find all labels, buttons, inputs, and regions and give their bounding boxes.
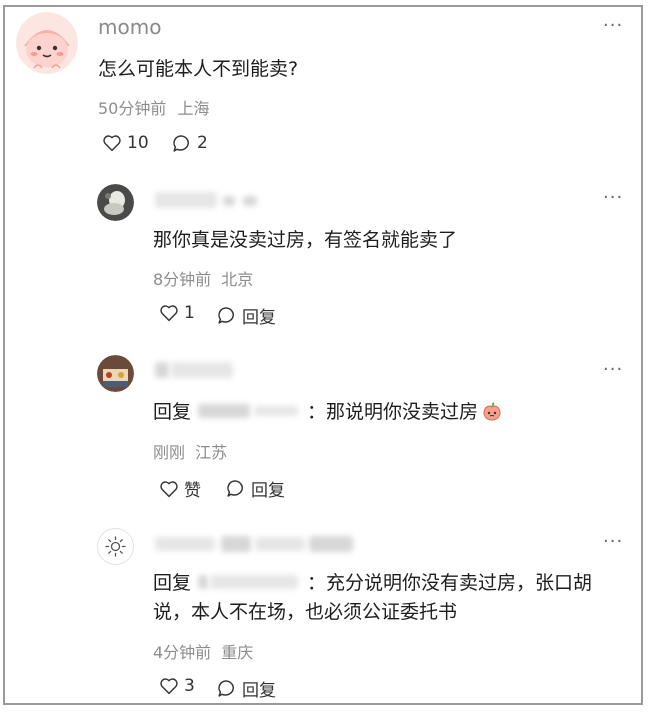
reply-username-redacted: [155, 533, 355, 555]
comment-bubble-icon: [218, 680, 234, 697]
like-count: 1: [184, 303, 195, 323]
reply-count: 2: [197, 133, 208, 153]
like-count: 10: [127, 133, 149, 153]
comment-thread: momo ··· 怎么可能本人不到能卖? 50分钟前 上海 10 2 ··· 那…: [3, 5, 643, 705]
comment-text: 怎么可能本人不到能卖?: [98, 58, 299, 80]
like-button[interactable]: 10: [102, 133, 149, 153]
reply-time: 8分钟前: [153, 270, 212, 289]
reply-username-redacted: [155, 190, 265, 210]
reply-location: 江苏: [195, 443, 228, 462]
reply-button[interactable]: 回复: [226, 476, 285, 501]
reply-button[interactable]: 回复: [217, 303, 276, 328]
heart-icon: [160, 305, 178, 322]
reply-meta: 4分钟前 重庆: [153, 639, 253, 663]
mentioned-user-redacted[interactable]: [194, 572, 304, 592]
username[interactable]: momo: [98, 15, 161, 39]
reply-avatar[interactable]: [97, 184, 134, 221]
reply-time: 4分钟前: [153, 643, 212, 662]
more-options-button[interactable]: ···: [603, 359, 623, 380]
reply-meta: 8分钟前 北京: [153, 266, 253, 290]
like-button[interactable]: 赞: [159, 476, 201, 501]
user-avatar[interactable]: [16, 12, 78, 74]
reply-count-button[interactable]: 2: [172, 133, 208, 153]
comment-bubble-icon: [173, 134, 189, 152]
reply-location: 北京: [221, 270, 254, 289]
reply-avatar[interactable]: [97, 355, 134, 392]
reply-meta: 刚刚 江苏: [153, 439, 227, 463]
peach-emoji-icon: [483, 401, 501, 421]
reply-label: 回复: [242, 681, 276, 701]
reply-content: 回复 ：那说明你没卖过房: [153, 397, 504, 424]
comment-bubble-icon: [227, 480, 243, 497]
reply-label: 回复: [242, 308, 276, 328]
comment-time: 50分钟前: [98, 99, 167, 118]
reply-username-redacted: [155, 359, 245, 381]
reply-location: 重庆: [221, 643, 254, 662]
reply-button[interactable]: 回复: [217, 676, 276, 701]
reply-text: 那你真是没卖过房，有签名就能卖了: [153, 229, 458, 251]
mentioned-user-redacted[interactable]: [194, 400, 304, 422]
like-count: 3: [184, 676, 195, 696]
reply-label: 回复: [251, 481, 285, 501]
comment-bubble-icon: [218, 307, 234, 324]
heart-icon: [103, 135, 121, 152]
more-options-button[interactable]: ···: [603, 531, 623, 552]
like-button[interactable]: 1: [159, 303, 195, 323]
reply-time: 刚刚: [153, 443, 186, 462]
more-options-button[interactable]: ···: [603, 187, 623, 208]
reply-prefix: 回复: [153, 572, 192, 594]
like-button[interactable]: 3: [159, 676, 195, 696]
comment-location: 上海: [177, 99, 210, 118]
like-label: 赞: [184, 481, 201, 501]
reply-avatar[interactable]: [97, 528, 134, 565]
reply-prefix: 回复: [153, 401, 192, 423]
more-options-button[interactable]: ···: [603, 15, 623, 36]
reply-text: ：那说明你没卖过房: [307, 401, 479, 423]
comment-meta: 50分钟前 上海: [98, 95, 209, 119]
heart-icon: [160, 678, 178, 695]
heart-icon: [160, 480, 178, 497]
reply-content: 回复 ：充分说明你没有卖过房，张口胡说，本人不在场，也必须公证委托书: [153, 569, 628, 627]
